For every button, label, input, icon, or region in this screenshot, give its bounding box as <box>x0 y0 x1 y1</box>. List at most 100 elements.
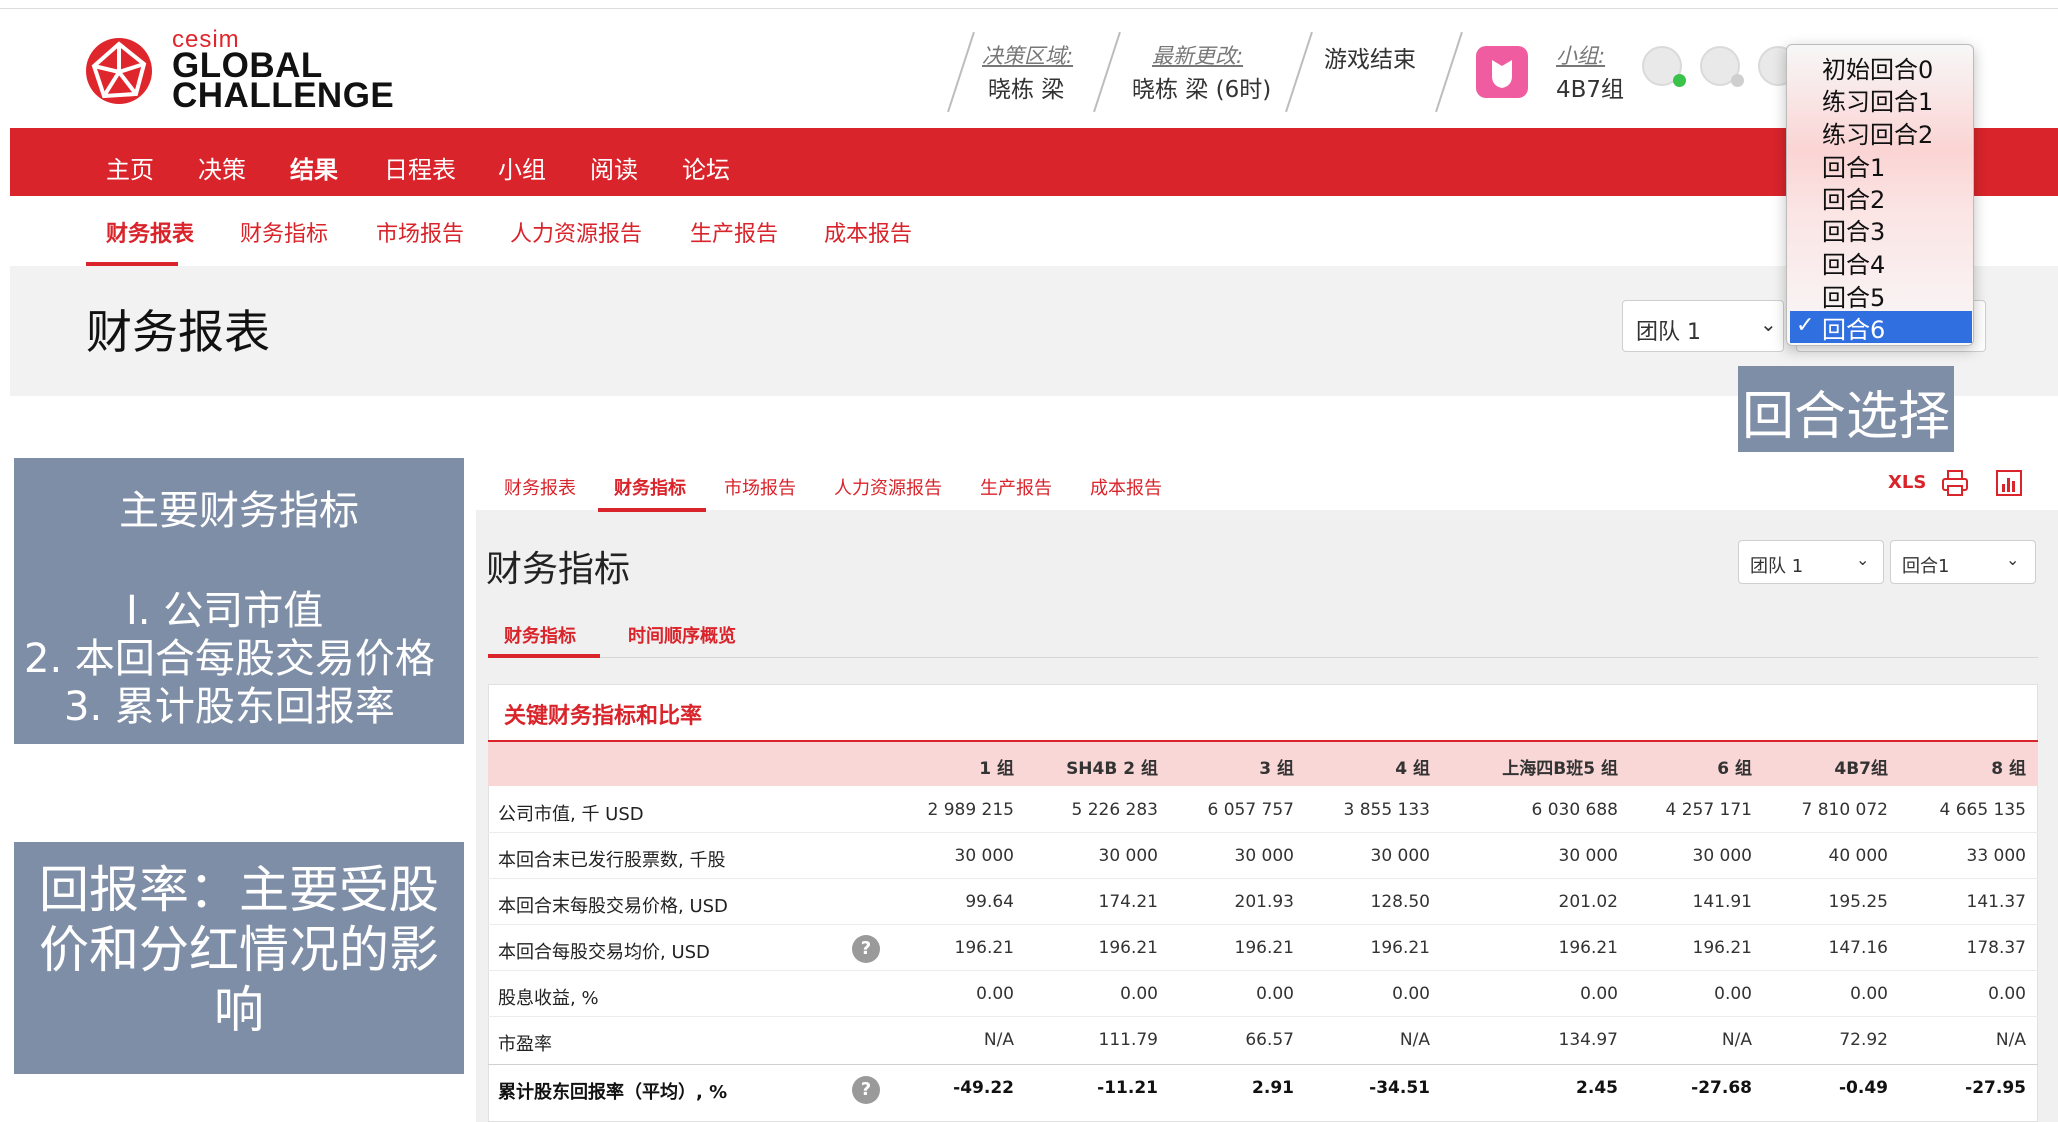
column-header: 1 组 <box>979 759 1014 779</box>
table-row-label: 本回合末已发行股票数, 千股 <box>498 850 726 871</box>
report-tab-cost-report[interactable]: 成本报告 <box>1090 474 1162 500</box>
row-divider <box>488 878 2038 879</box>
table-cell: 4 257 171 <box>1665 800 1752 820</box>
column-header: SH4B 2 组 <box>1066 759 1158 779</box>
key-indicators-card-title: 关键财务指标和比率 <box>504 704 703 729</box>
table-cell: 30 000 <box>1692 846 1752 866</box>
decision-area-value: 晓栋 梁 <box>988 77 1065 103</box>
cesim-logo-icon[interactable] <box>84 36 154 106</box>
team-logo-icon[interactable] <box>1476 46 1528 98</box>
report-tab-financial-indicators[interactable]: 财务指标 <box>614 474 686 500</box>
table-cell: 6 057 757 <box>1207 800 1294 820</box>
table-cell: 5 226 283 <box>1071 800 1158 820</box>
column-header: 8 组 <box>1991 759 2026 779</box>
round-option-selected[interactable]: 回合6 <box>1822 310 1885 345</box>
returns-note-text: 回报率：主要受股价和分红情况的影响 <box>39 861 439 1039</box>
report-tab-market-report[interactable]: 市场报告 <box>724 474 796 500</box>
subnav-financial-statements[interactable]: 财务报表 <box>106 216 194 248</box>
round-option[interactable]: 回合4 <box>1822 245 1885 280</box>
team-select-value: 团队 1 <box>1636 320 1701 345</box>
chart-icon[interactable] <box>1994 468 2024 498</box>
main-indicators-note-item: 3. 累计股东回报率 <box>64 684 395 730</box>
table-cell: 196.21 <box>1370 938 1430 958</box>
report-tab-active-indicator <box>598 508 706 512</box>
subnav-production-report[interactable]: 生产报告 <box>690 216 778 248</box>
table-cell: 33 000 <box>1966 846 2026 866</box>
round-option[interactable]: 回合1 <box>1822 148 1885 183</box>
subnav-cost-report[interactable]: 成本报告 <box>824 216 912 248</box>
nav-decisions[interactable]: 决策 <box>198 150 246 185</box>
report-tab-financial-statements[interactable]: 财务报表 <box>504 474 576 500</box>
table-cell: -49.22 <box>953 1078 1014 1098</box>
table-cell: 0.00 <box>1850 984 1888 1004</box>
table-cell: -34.51 <box>1369 1078 1430 1098</box>
table-cell: 30 000 <box>1098 846 1158 866</box>
table-cell: 128.50 <box>1370 892 1430 912</box>
subnav-financial-indicators[interactable]: 财务指标 <box>240 216 328 248</box>
table-row-label: 市盈率 <box>498 1034 552 1055</box>
table-cell: 196.21 <box>1692 938 1752 958</box>
game-status: 游戏结束 <box>1324 47 1416 73</box>
round-option[interactable]: 练习回合2 <box>1822 115 1933 150</box>
xls-export-icon[interactable]: XLS <box>1888 472 1926 493</box>
table-cell: N/A <box>1399 1030 1430 1050</box>
table-cell: 196.21 <box>1098 938 1158 958</box>
table-cell: 201.02 <box>1558 892 1618 912</box>
report-subtab-indicators[interactable]: 财务指标 <box>504 622 576 648</box>
nav-reading[interactable]: 阅读 <box>590 150 638 185</box>
subnav-market-report[interactable]: 市场报告 <box>376 216 464 248</box>
table-cell: 201.93 <box>1234 892 1294 912</box>
nav-schedule[interactable]: 日程表 <box>384 150 456 185</box>
decision-area-label[interactable]: 决策区域: <box>982 40 1073 70</box>
table-cell: 134.97 <box>1558 1030 1618 1050</box>
table-cell: 141.37 <box>1966 892 2026 912</box>
offline-status-icon <box>1731 74 1744 87</box>
table-cell: 30 000 <box>1234 846 1294 866</box>
main-indicators-note-title: 主要财务指标 <box>119 488 359 534</box>
nav-team[interactable]: 小组 <box>498 150 546 185</box>
table-cell: 3 855 133 <box>1343 800 1430 820</box>
round-option[interactable]: 初始回合0 <box>1822 50 1933 85</box>
round-option[interactable]: 练习回合1 <box>1822 82 1933 117</box>
round-option[interactable]: 回合2 <box>1822 180 1885 215</box>
table-row-label: 本回合每股交易均价, USD <box>498 942 710 963</box>
table-cell: 0.00 <box>976 984 1014 1004</box>
column-header: 上海四B班5 组 <box>1502 759 1618 779</box>
last-change-label[interactable]: 最新更改: <box>1152 40 1243 70</box>
table-cell: -11.21 <box>1097 1078 1158 1098</box>
checkmark-icon: ✓ <box>1796 313 1815 338</box>
last-change-value: 晓栋 梁 (6时) <box>1132 77 1272 103</box>
round-selection-note-text: 回合选择 <box>1741 387 1950 447</box>
print-icon[interactable] <box>1940 468 1970 498</box>
nav-results[interactable]: 结果 <box>290 150 338 185</box>
table-cell: -0.49 <box>1839 1078 1888 1098</box>
table-cell: 0.00 <box>1714 984 1752 1004</box>
table-cell: 174.21 <box>1098 892 1158 912</box>
table-cell: 7 810 072 <box>1801 800 1888 820</box>
table-cell: N/A <box>1721 1030 1752 1050</box>
nav-forum[interactable]: 论坛 <box>682 150 730 185</box>
table-row-label: 公司市值, 千 USD <box>498 804 644 825</box>
table-cell: 0.00 <box>1392 984 1430 1004</box>
report-round-select-value: 回合1 <box>1902 556 1950 577</box>
round-option[interactable]: 回合3 <box>1822 212 1885 247</box>
chevron-down-icon: ⌄ <box>2006 550 2020 569</box>
help-icon[interactable]: ? <box>852 1076 880 1104</box>
team-value: 4B7组 <box>1556 77 1625 103</box>
report-tab-production-report[interactable]: 生产报告 <box>980 474 1052 500</box>
chevron-down-icon: ⌄ <box>1760 312 1777 336</box>
table-cell: 2 989 215 <box>927 800 1014 820</box>
table-cell: 195.25 <box>1828 892 1888 912</box>
help-icon[interactable]: ? <box>852 935 880 963</box>
subnav-hr-report[interactable]: 人力资源报告 <box>510 216 642 248</box>
table-cell: 2.91 <box>1252 1078 1294 1098</box>
brand-line-2: CHALLENGE <box>172 76 395 115</box>
table-cell: 4 665 135 <box>1939 800 2026 820</box>
team-label[interactable]: 小组: <box>1556 40 1605 70</box>
report-subtab-chronological[interactable]: 时间顺序概览 <box>628 622 736 648</box>
table-cell: 30 000 <box>1558 846 1618 866</box>
report-tab-hr-report[interactable]: 人力资源报告 <box>834 474 942 500</box>
nav-home[interactable]: 主页 <box>106 150 154 185</box>
round-option[interactable]: 回合5 <box>1822 278 1885 313</box>
column-header: 4 组 <box>1395 759 1430 779</box>
